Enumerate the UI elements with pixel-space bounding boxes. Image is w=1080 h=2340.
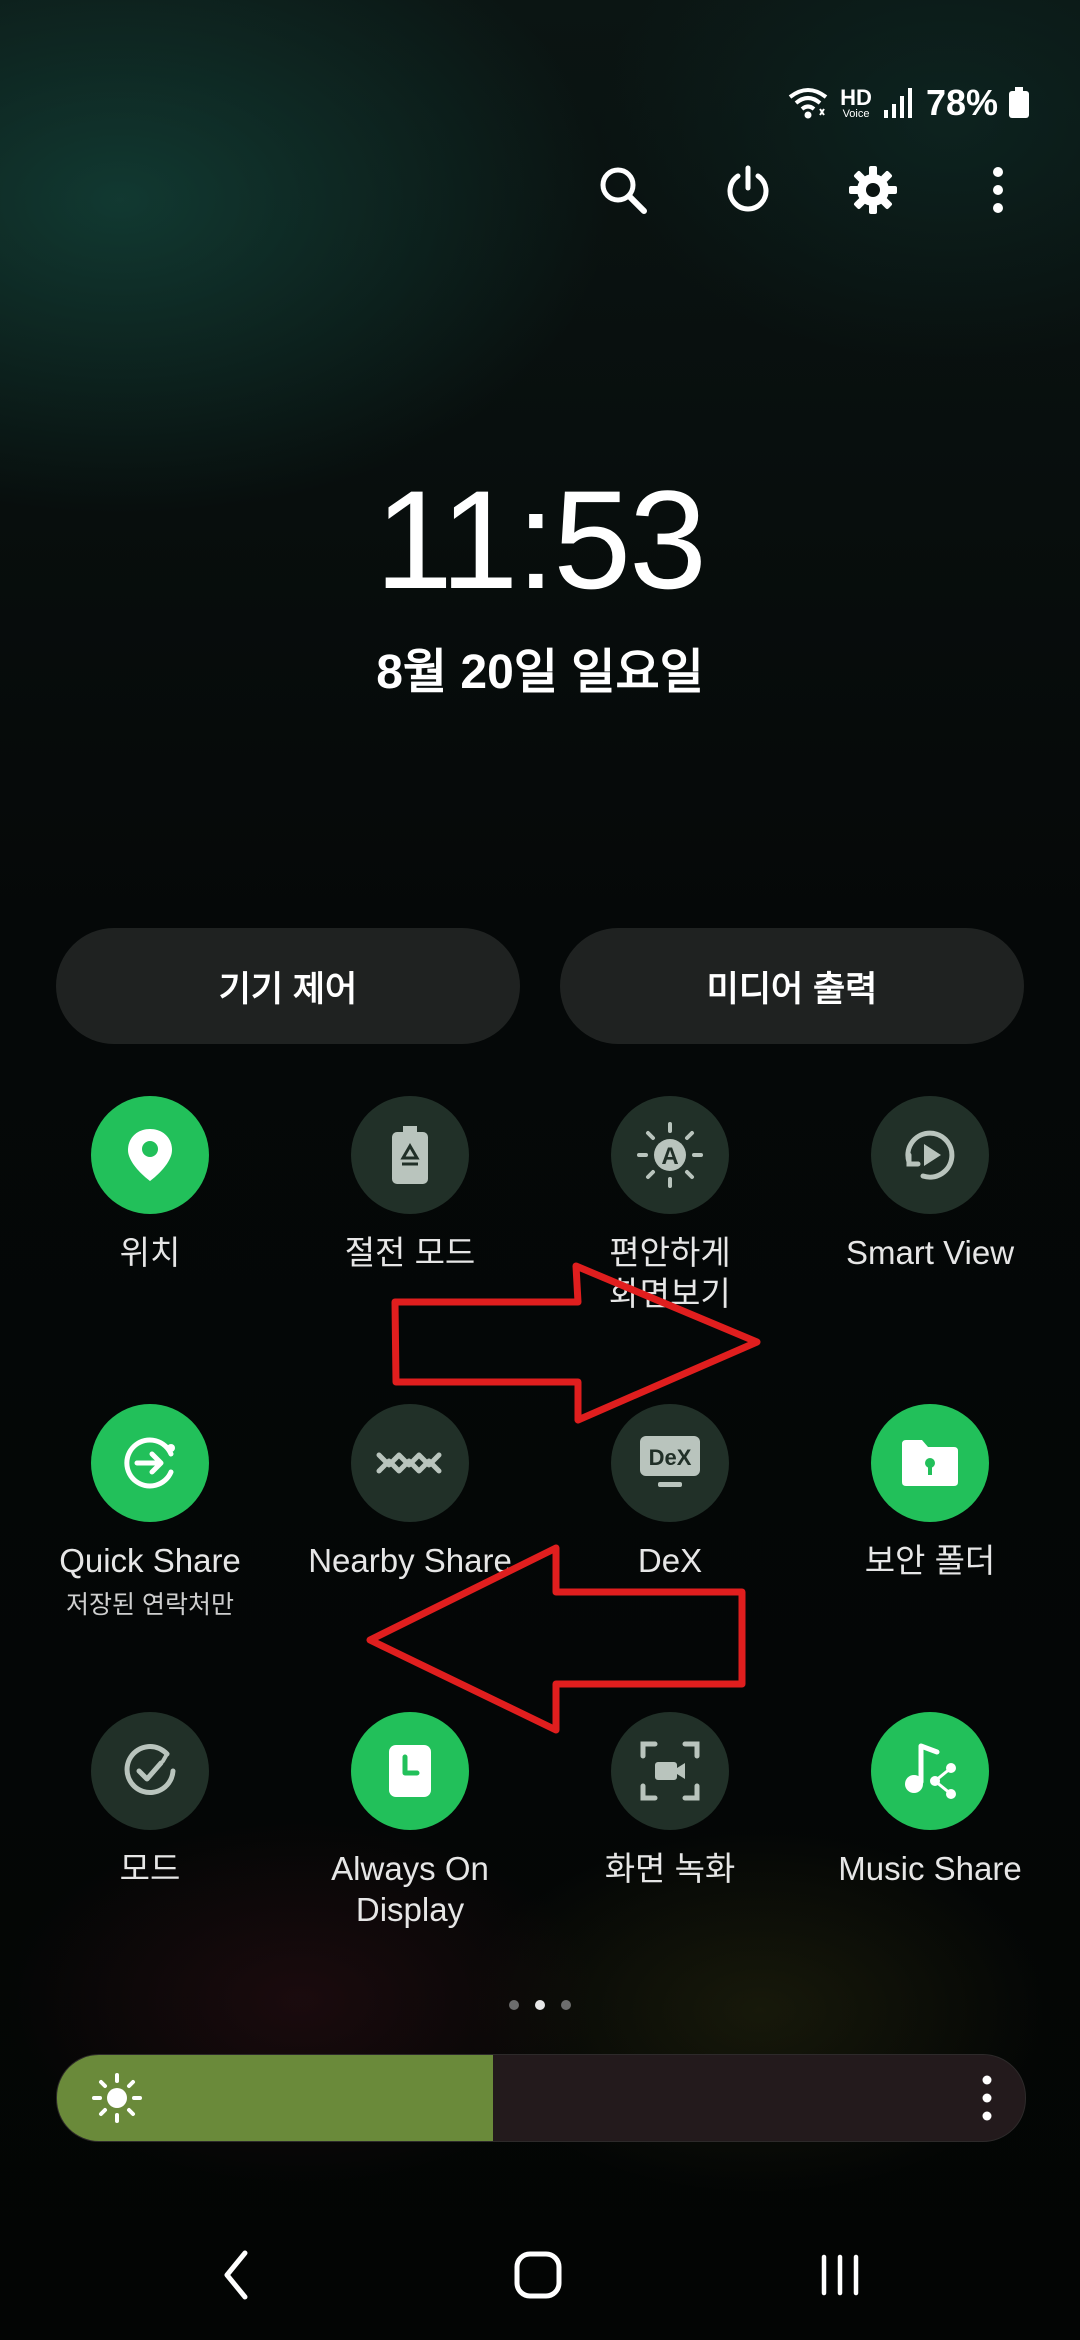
dex-icon-text: DeX (649, 1445, 692, 1470)
location-pin-icon (128, 1129, 172, 1181)
tile-smart-view-label: Smart View (845, 1234, 1015, 1271)
tile-music-share[interactable]: Music Share (810, 1712, 1050, 1889)
tile-location-toggle[interactable] (91, 1096, 209, 1214)
tile-dex-toggle[interactable]: DeX (611, 1404, 729, 1522)
tile-eye-comfort[interactable]: A 편안하게 화면보기 (550, 1096, 790, 1314)
brightness-more-icon[interactable] (977, 2073, 997, 2123)
tile-smart-view-toggle[interactable] (871, 1096, 989, 1214)
page-dot-current[interactable] (535, 2000, 545, 2010)
tile-screen-recorder-toggle[interactable] (611, 1712, 729, 1830)
tile-always-on-display-label: Always On Display (331, 1850, 489, 1928)
tile-location-label: 위치 (119, 1234, 181, 1271)
tile-always-on-display-toggle[interactable] (351, 1712, 469, 1830)
navigation-bar (0, 2230, 1080, 2320)
tile-smart-view[interactable]: Smart View (810, 1096, 1050, 1273)
media-output-label: 미디어 출력 (706, 969, 878, 1009)
tile-modes-label: 모드 (119, 1850, 181, 1887)
tile-quick-share-toggle[interactable] (91, 1404, 209, 1522)
music-share-icon (905, 1743, 956, 1799)
tile-dex-label: DeX (637, 1542, 703, 1579)
home-button[interactable] (478, 2230, 598, 2320)
tile-music-share-label: Music Share (838, 1850, 1022, 1887)
battery-icon (1009, 87, 1029, 118)
hd-voice-indicator: HD Voice (840, 84, 872, 120)
back-button[interactable] (176, 2230, 296, 2320)
always-on-display-icon (389, 1745, 431, 1797)
tile-dex[interactable]: DeX DeX (550, 1404, 790, 1581)
battery-saver-icon (392, 1126, 428, 1184)
recents-button[interactable] (780, 2230, 900, 2320)
nearby-share-icon (376, 1452, 442, 1474)
tile-secure-folder-toggle[interactable] (871, 1404, 989, 1522)
eye-comfort-icon: A (637, 1122, 703, 1188)
home-icon (514, 2251, 562, 2299)
power-button[interactable] (685, 150, 810, 230)
tile-nearby-share-label: Nearby Share (308, 1542, 512, 1579)
tile-always-on-display[interactable]: Always On Display (290, 1712, 530, 1930)
settings-button[interactable] (810, 150, 935, 230)
clock-time: 11:53 (375, 461, 707, 618)
tile-power-saving[interactable]: 절전 모드 (290, 1096, 530, 1273)
tile-quick-share-sublabel: 저장된 연락처만 (66, 1591, 234, 1619)
tile-nearby-share[interactable]: Nearby Share (290, 1404, 530, 1581)
sun-icon (92, 2073, 142, 2123)
device-control-button[interactable]: 기기 제어 (56, 928, 520, 1044)
quick-share-icon (124, 1437, 175, 1489)
tile-modes[interactable]: 모드 (30, 1712, 270, 1889)
tile-eye-comfort-label: 편안하게 화면보기 (609, 1234, 731, 1312)
signal-icon (883, 88, 912, 118)
tile-secure-folder[interactable]: 보안 폴더 (810, 1404, 1050, 1581)
status-bar: HD Voice 78% (786, 82, 1030, 124)
quick-panel-screen: HD Voice 78% 11:53 8월 20일 일요일 기기 제어 미디어 … (0, 0, 1080, 2340)
quick-panel-actions (560, 150, 1060, 230)
modes-icon (124, 1744, 176, 1796)
battery-percent: 78% (925, 82, 998, 123)
search-icon (600, 167, 647, 214)
page-dot[interactable] (561, 2000, 571, 2010)
svg-text:A: A (661, 1143, 678, 1170)
secure-folder-icon (902, 1440, 958, 1486)
more-options-button[interactable] (935, 150, 1060, 230)
tile-power-saving-label: 절전 모드 (344, 1234, 476, 1271)
tile-quick-share[interactable]: Quick Share 저장된 연락처만 (30, 1404, 270, 1621)
tile-nearby-share-toggle[interactable] (351, 1404, 469, 1522)
tile-modes-toggle[interactable] (91, 1712, 209, 1830)
dex-icon: DeX (640, 1436, 700, 1487)
back-icon (224, 2250, 248, 2300)
device-control-label: 기기 제어 (218, 969, 358, 1009)
more-vert-icon (992, 167, 1003, 213)
tile-eye-comfort-toggle[interactable]: A (611, 1096, 729, 1214)
gear-icon (848, 166, 897, 214)
media-output-button[interactable]: 미디어 출력 (560, 928, 1024, 1044)
tile-music-share-toggle[interactable] (871, 1712, 989, 1830)
search-button[interactable] (560, 150, 685, 230)
clock-date: 8월 20일 일요일 (376, 646, 704, 699)
tile-screen-recorder-label: 화면 녹화 (604, 1850, 736, 1887)
smart-view-icon (905, 1130, 955, 1180)
tile-location[interactable]: 위치 (30, 1096, 270, 1273)
page-indicator (0, 2000, 1080, 2010)
power-icon (727, 165, 768, 212)
tile-secure-folder-label: 보안 폴더 (864, 1542, 996, 1579)
tile-quick-share-label: Quick Share (59, 1542, 241, 1579)
recents-icon (821, 2254, 859, 2296)
tile-screen-recorder[interactable]: 화면 녹화 (550, 1712, 790, 1889)
brightness-slider[interactable] (56, 2054, 1026, 2142)
screen-recorder-icon (640, 1741, 700, 1801)
tile-power-saving-toggle[interactable] (351, 1096, 469, 1214)
page-dot[interactable] (509, 2000, 519, 2010)
wifi-icon (788, 88, 828, 119)
